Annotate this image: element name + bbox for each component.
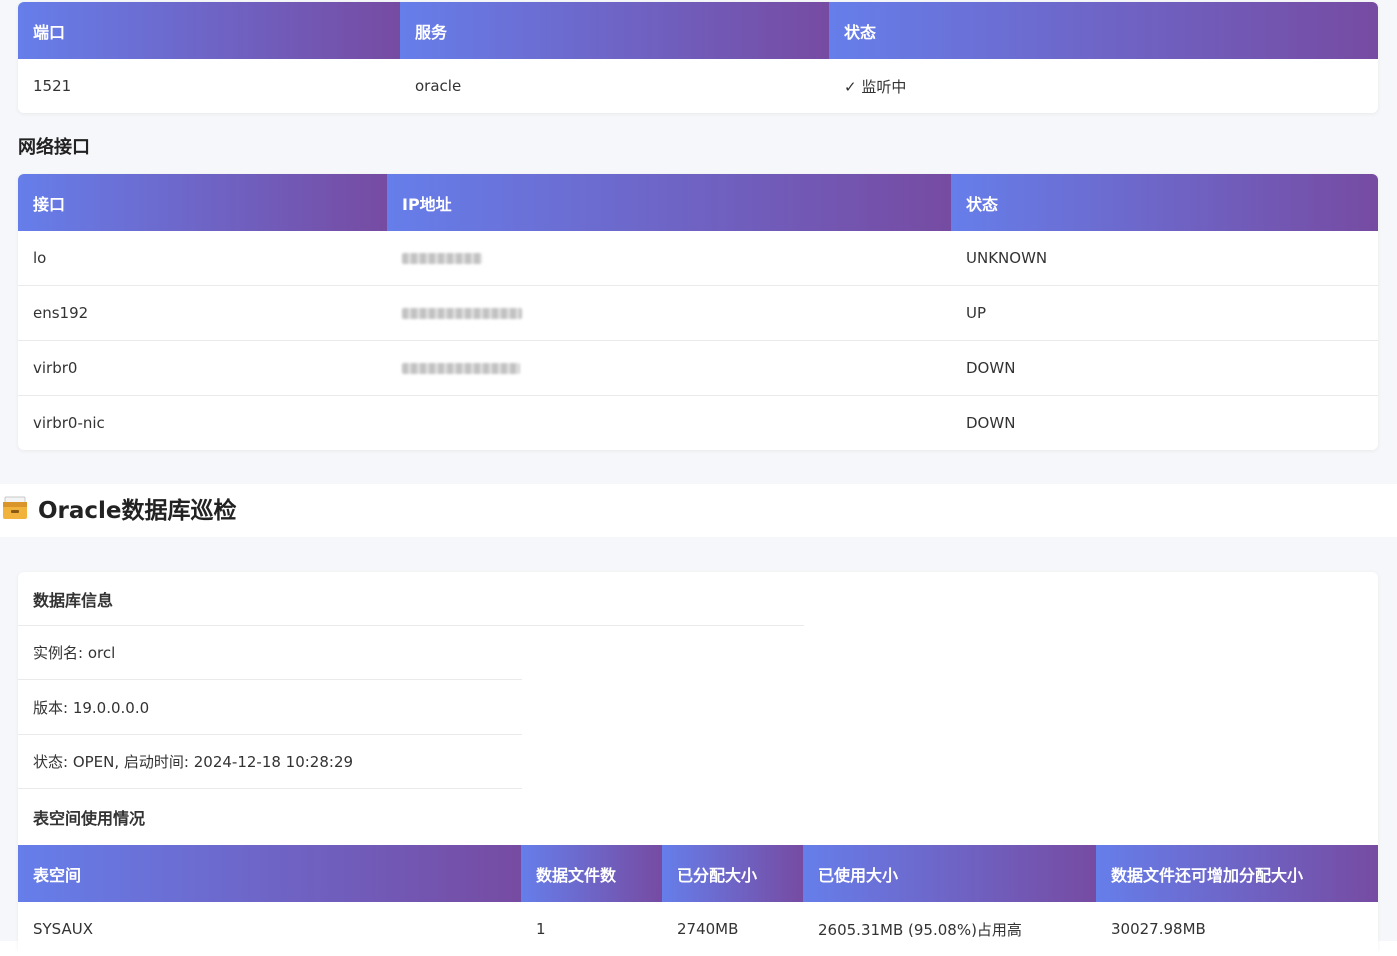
header-service: 服务 [400, 2, 829, 59]
header-status: 状态 [829, 2, 1378, 59]
header-ip: IP地址 [387, 174, 951, 231]
header-extendable-size: 数据文件还可增加分配大小 [1096, 845, 1378, 902]
interface-cell: ens192 [18, 285, 387, 341]
tablespace-table-header: 表空间 数据文件数 已分配大小 已使用大小 数据文件还可增加分配大小 [18, 845, 1378, 902]
redacted-ip [402, 363, 520, 374]
iface-status-cell: UNKNOWN [951, 231, 1378, 286]
redacted-ip [402, 253, 482, 264]
header-port: 端口 [18, 2, 400, 59]
interface-cell: lo [18, 231, 387, 286]
network-table-header: 接口 IP地址 状态 [18, 174, 1378, 231]
iface-status-cell: DOWN [966, 414, 1016, 432]
tablespace-name-cell: SYSAUX [33, 920, 93, 938]
iface-status-cell: UP [951, 285, 1378, 341]
table-row: virbr0-nic DOWN [18, 396, 1378, 451]
tablespace-table-wrapper: 表空间 数据文件数 已分配大小 已使用大小 数据文件还可增加分配大小 SYSAU… [18, 845, 1378, 956]
card-file-box-icon [2, 496, 28, 520]
table-row: lo UNKNOWN [18, 231, 1378, 286]
used-size-cell: 2605.31MB (95.08%)占用高 [818, 920, 1022, 939]
header-iface-status: 状态 [951, 174, 1378, 231]
ip-cell [387, 231, 951, 286]
db-status: 状态: OPEN, 启动时间: 2024-12-18 10:28:29 [18, 735, 522, 789]
table-row: SYSAUX 1 2740MB 2605.31MB (95.08%)占用高 30… [18, 902, 1378, 956]
ports-table-header: 端口 服务 状态 [18, 2, 1378, 59]
tablespace-table: 表空间 数据文件数 已分配大小 已使用大小 数据文件还可增加分配大小 SYSAU… [18, 845, 1378, 956]
db-version: 版本: 19.0.0.0.0 [18, 681, 522, 735]
service-cell: oracle [415, 77, 462, 95]
ports-table: 端口 服务 状态 1521 oracle ✓ 监听中 [18, 2, 1378, 113]
network-section-title: 网络接口 [18, 137, 90, 158]
header-interface: 接口 [18, 174, 387, 231]
db-info-title: 数据库信息 [18, 572, 804, 626]
extendable-size-cell: 30027.98MB [1111, 920, 1206, 938]
table-row: 1521 oracle ✓ 监听中 [18, 59, 1378, 113]
network-table-card: 接口 IP地址 状态 lo UNKNOWN ens192 UP virbr0 D… [18, 174, 1378, 450]
header-datafile-count: 数据文件数 [521, 845, 662, 902]
interface-cell: virbr0 [18, 340, 387, 396]
status-cell: ✓ 监听中 [844, 77, 907, 96]
oracle-section-title: Oracle数据库巡检 [38, 498, 237, 524]
table-row: virbr0 DOWN [18, 340, 1378, 396]
allocated-size-cell: 2740MB [677, 920, 739, 938]
network-table: 接口 IP地址 状态 lo UNKNOWN ens192 UP virbr0 D… [18, 174, 1378, 450]
iface-status-cell: DOWN [951, 340, 1378, 396]
ip-cell [387, 285, 951, 341]
header-allocated-size: 已分配大小 [662, 845, 803, 902]
ip-cell [387, 340, 951, 396]
db-instance: 实例名: orcl [18, 626, 522, 680]
redacted-ip [402, 308, 522, 319]
table-row: ens192 UP [18, 285, 1378, 341]
interface-cell: virbr0-nic [33, 414, 105, 432]
port-cell: 1521 [33, 77, 72, 95]
datafile-count-cell: 1 [536, 920, 546, 938]
tablespace-title: 表空间使用情况 [33, 809, 146, 828]
header-tablespace: 表空间 [18, 845, 521, 902]
ports-table-card: 端口 服务 状态 1521 oracle ✓ 监听中 [18, 2, 1378, 113]
oracle-section-heading: Oracle数据库巡检 [0, 488, 237, 528]
header-used-size: 已使用大小 [803, 845, 1096, 902]
ip-cell [387, 396, 951, 451]
